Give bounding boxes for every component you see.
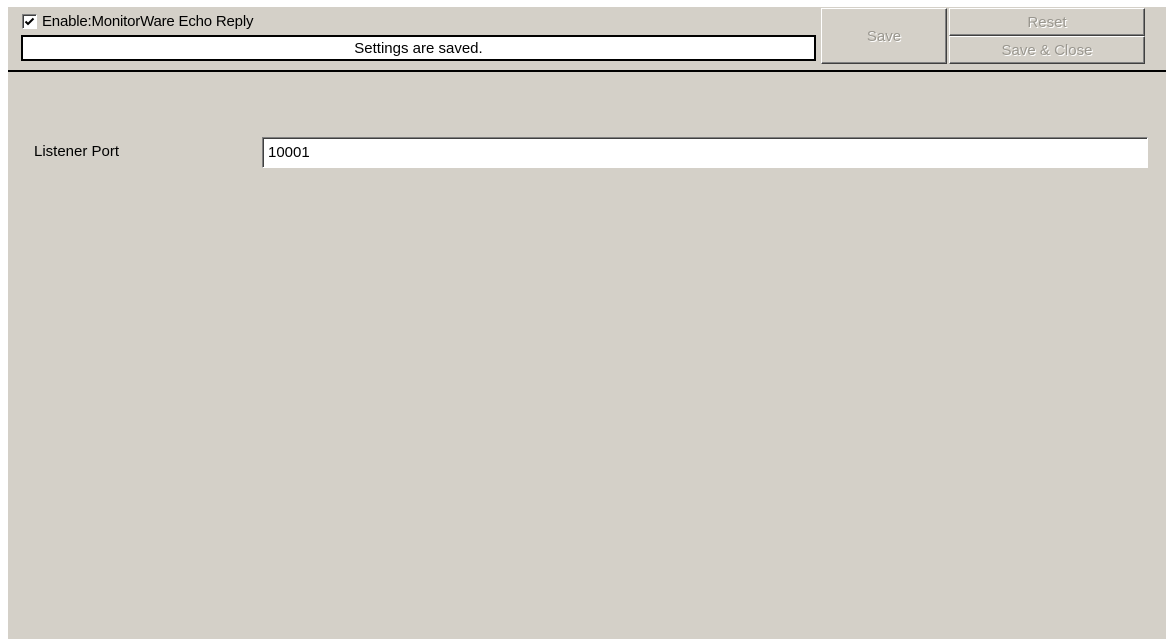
listener-port-input[interactable] (262, 137, 1148, 168)
checkmark-icon (24, 17, 35, 25)
reset-button[interactable]: Reset (949, 8, 1145, 36)
save-and-close-button[interactable]: Save & Close (949, 36, 1145, 64)
enable-row[interactable]: Enable:MonitorWare Echo Reply (22, 10, 253, 32)
settings-panel: Enable:MonitorWare Echo Reply Settings a… (8, 7, 1166, 639)
listener-port-label: Listener Port (34, 143, 120, 160)
save-button[interactable]: Save (821, 8, 947, 64)
top-bar: Enable:MonitorWare Echo Reply Settings a… (8, 7, 1166, 72)
enable-checkbox[interactable] (22, 13, 37, 29)
status-message: Settings are saved. (21, 35, 816, 61)
enable-label[interactable]: Enable:MonitorWare Echo Reply (42, 13, 253, 30)
